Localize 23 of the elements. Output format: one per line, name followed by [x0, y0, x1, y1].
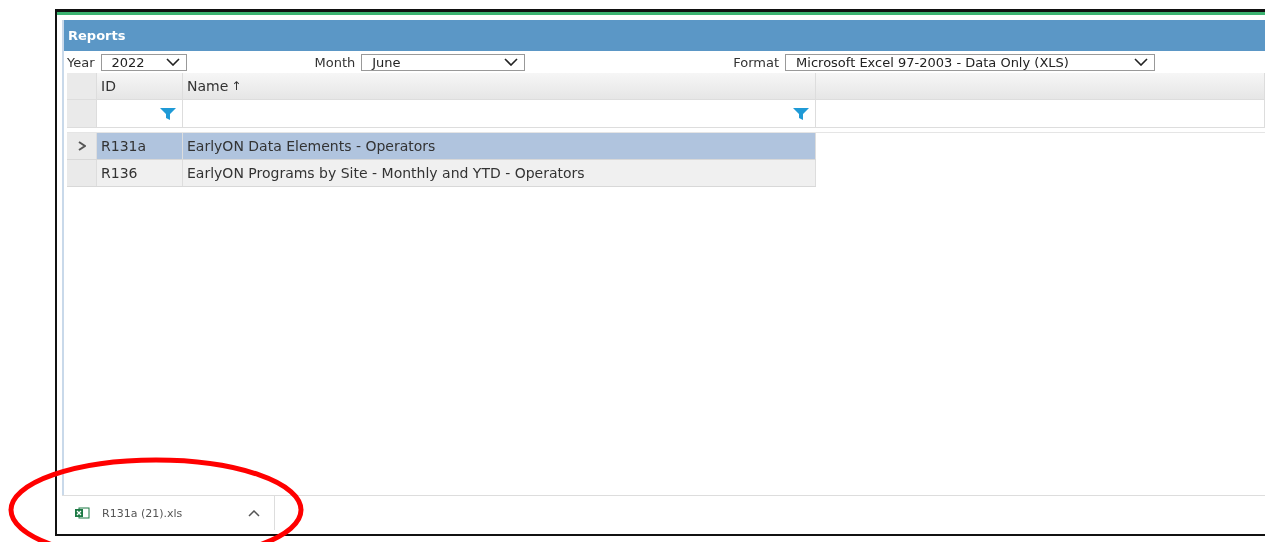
column-header[interactable]: Name ↑	[183, 73, 816, 99]
filter-label: Year	[67, 54, 95, 70]
table-row[interactable]: R136 EarlyON Programs by Site - Monthly and YTD - Operators	[67, 160, 816, 187]
filter-label: Format	[733, 54, 780, 70]
dropdown[interactable]: 2022	[100, 53, 187, 71]
chevron-up-icon	[248, 509, 260, 517]
dropdown[interactable]: June	[361, 53, 526, 71]
column-header[interactable]: ID	[97, 73, 183, 99]
table-cell: EarlyON Data Elements - Operators	[183, 133, 816, 159]
table-row[interactable]: R131a EarlyON Data Elements - Operators	[67, 133, 816, 160]
table-cell: R131a	[97, 133, 183, 159]
table-cell: R136	[97, 160, 183, 186]
filter-label: Month	[314, 54, 356, 70]
table-cell: EarlyON Programs by Site - Monthly and YTD - Operators	[183, 160, 816, 186]
chevron-down-icon	[165, 58, 180, 66]
row-indicator-icon	[77, 141, 86, 151]
chevron-down-icon	[1134, 58, 1149, 66]
filter-icon[interactable]	[160, 107, 176, 120]
dropdown[interactable]: Microsoft Excel 97-2003 - Data Only (XLS)	[785, 53, 1156, 71]
spreadsheet-file-icon	[74, 507, 90, 519]
panel-title: Reports	[68, 28, 126, 43]
chevron-down-icon	[504, 58, 519, 66]
filter-icon[interactable]	[793, 107, 809, 120]
